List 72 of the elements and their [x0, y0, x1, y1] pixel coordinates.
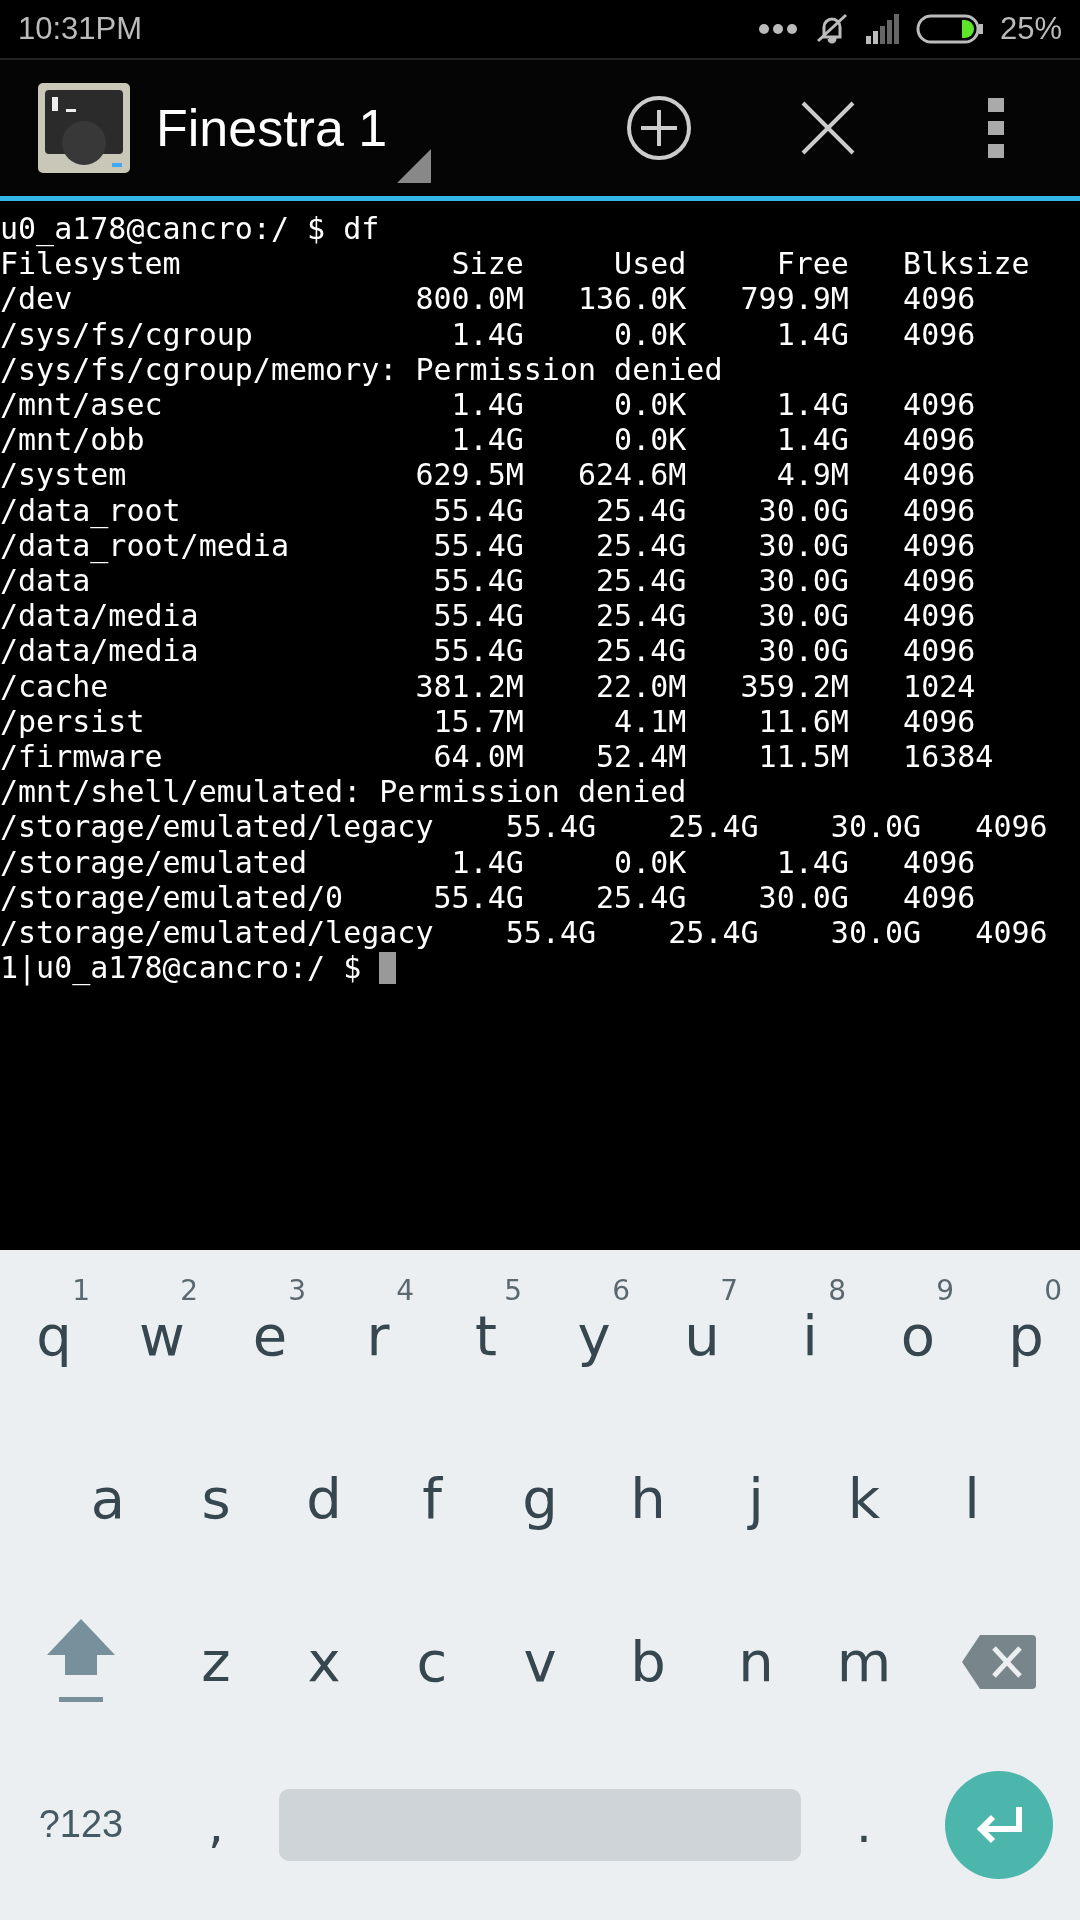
terminal-line: /data/media 55.4G 25.4G 30.0G 4096: [0, 598, 976, 634]
backspace-icon[interactable]: [962, 1634, 1036, 1689]
terminal-line: Filesystem Size Used Free Blksize: [0, 246, 1030, 282]
letter-key[interactable]: r 4: [324, 1254, 432, 1417]
terminal-line: /mnt/shell/emulated: Permission denied: [0, 774, 687, 810]
terminal-line: /data/media 55.4G 25.4G 30.0G 4096: [0, 633, 976, 669]
symbols-key[interactable]: ?123: [0, 1743, 162, 1906]
letter-key[interactable]: l: [918, 1417, 1026, 1580]
terminal-line: /data 55.4G 25.4G 30.0G 4096: [0, 563, 976, 599]
letter-key[interactable]: k: [810, 1417, 918, 1580]
letter-key[interactable]: j: [702, 1417, 810, 1580]
key-hint: 9: [936, 1274, 954, 1307]
battery-icon: [915, 14, 984, 44]
key-hint: 1: [72, 1274, 90, 1307]
key-hint: 3: [288, 1274, 306, 1307]
terminal-line: /cache 381.2M 22.0M 359.2M 1024: [0, 668, 976, 704]
letter-key[interactable]: s: [162, 1417, 270, 1580]
letter-key[interactable]: y 6: [540, 1254, 648, 1417]
letter-key[interactable]: t 5: [432, 1254, 540, 1417]
letter-key[interactable]: c: [378, 1580, 486, 1743]
key-hint: 5: [504, 1274, 522, 1307]
clock: 10:31PM: [18, 11, 143, 47]
letter-key[interactable]: d: [270, 1417, 378, 1580]
terminal-line: /storage/emulated 1.4G 0.0K 1.4G 4096: [0, 844, 976, 880]
terminal-prompt: 1|u0_a178@cancro:/ $: [0, 950, 362, 986]
letter-key[interactable]: u 7: [648, 1254, 756, 1417]
more-notifications-icon: [757, 23, 798, 35]
terminal-line: u0_a178@cancro:/ $ df: [0, 211, 380, 247]
terminal-line: /mnt/obb 1.4G 0.0K 1.4G 4096: [0, 422, 976, 458]
key-hint: 0: [1044, 1274, 1062, 1307]
letter-key[interactable]: h: [594, 1417, 702, 1580]
letter-key[interactable]: a: [54, 1417, 162, 1580]
letter-key[interactable]: w 2: [108, 1254, 216, 1417]
key-hint: 4: [396, 1274, 414, 1307]
letter-key[interactable]: q 1: [0, 1254, 108, 1417]
key-hint: 8: [828, 1274, 846, 1307]
terminal-line: /data_root 55.4G 25.4G 30.0G 4096: [0, 492, 976, 528]
terminal-line: /storage/emulated/0 55.4G 25.4G 30.0G 4096: [0, 879, 976, 916]
letter-key[interactable]: z: [162, 1580, 270, 1743]
add-icon[interactable]: [625, 94, 693, 162]
terminal-line: /storage/emulated/legacy 55.4G 25.4G 30.0G 4096: [0, 809, 1048, 845]
terminal-line: /system 629.5M 624.6M 4.9M 4096: [0, 457, 976, 493]
terminal-line: /sys/fs/cgroup/memory: Permission denied: [0, 351, 723, 387]
terminal-line: /storage/emulated/legacy 55.4G 25.4G 30.0G 4096: [0, 915, 1048, 951]
letter-key[interactable]: n: [702, 1580, 810, 1743]
terminal-line: /persist 15.7M 4.1M 11.6M 4096: [0, 703, 976, 740]
letter-key[interactable]: m: [810, 1580, 918, 1743]
letter-key[interactable]: g: [486, 1417, 594, 1580]
window-dropdown[interactable]: Finestra 1: [156, 73, 428, 183]
key-hint: 7: [720, 1274, 738, 1307]
letter-key[interactable]: p 0: [972, 1254, 1080, 1417]
battery-percent: 25%: [999, 11, 1062, 47]
terminal-line: /sys/fs/cgroup 1.4G 0.0K 1.4G 4096: [0, 316, 976, 352]
terminal-line: /firmware 64.0M 52.4M 11.5M 16384: [0, 739, 994, 775]
punctuation-key[interactable]: ,: [162, 1743, 270, 1906]
menu-icon[interactable]: [988, 98, 1004, 158]
key-hint: 6: [612, 1274, 630, 1307]
close-icon[interactable]: [800, 100, 856, 156]
dropdown-corner-icon: [397, 149, 432, 183]
terminal-line: /mnt/asec 1.4G 0.0K 1.4G 4096: [0, 387, 976, 423]
letter-key[interactable]: i 8: [756, 1254, 864, 1417]
letter-key[interactable]: o 9: [864, 1254, 972, 1417]
letter-key[interactable]: v: [486, 1580, 594, 1743]
terminal-line: /dev 800.0M 136.0K 799.9M 4096: [0, 281, 976, 317]
letter-key[interactable]: e 3: [216, 1254, 324, 1417]
letter-key[interactable]: x: [270, 1580, 378, 1743]
terminal-app-icon: [36, 81, 132, 175]
letter-key[interactable]: b: [594, 1580, 702, 1743]
signal-icon: [865, 14, 900, 44]
letter-key[interactable]: f: [378, 1417, 486, 1580]
punctuation-key[interactable]: .: [810, 1743, 918, 1906]
key-hint: 2: [180, 1274, 198, 1307]
